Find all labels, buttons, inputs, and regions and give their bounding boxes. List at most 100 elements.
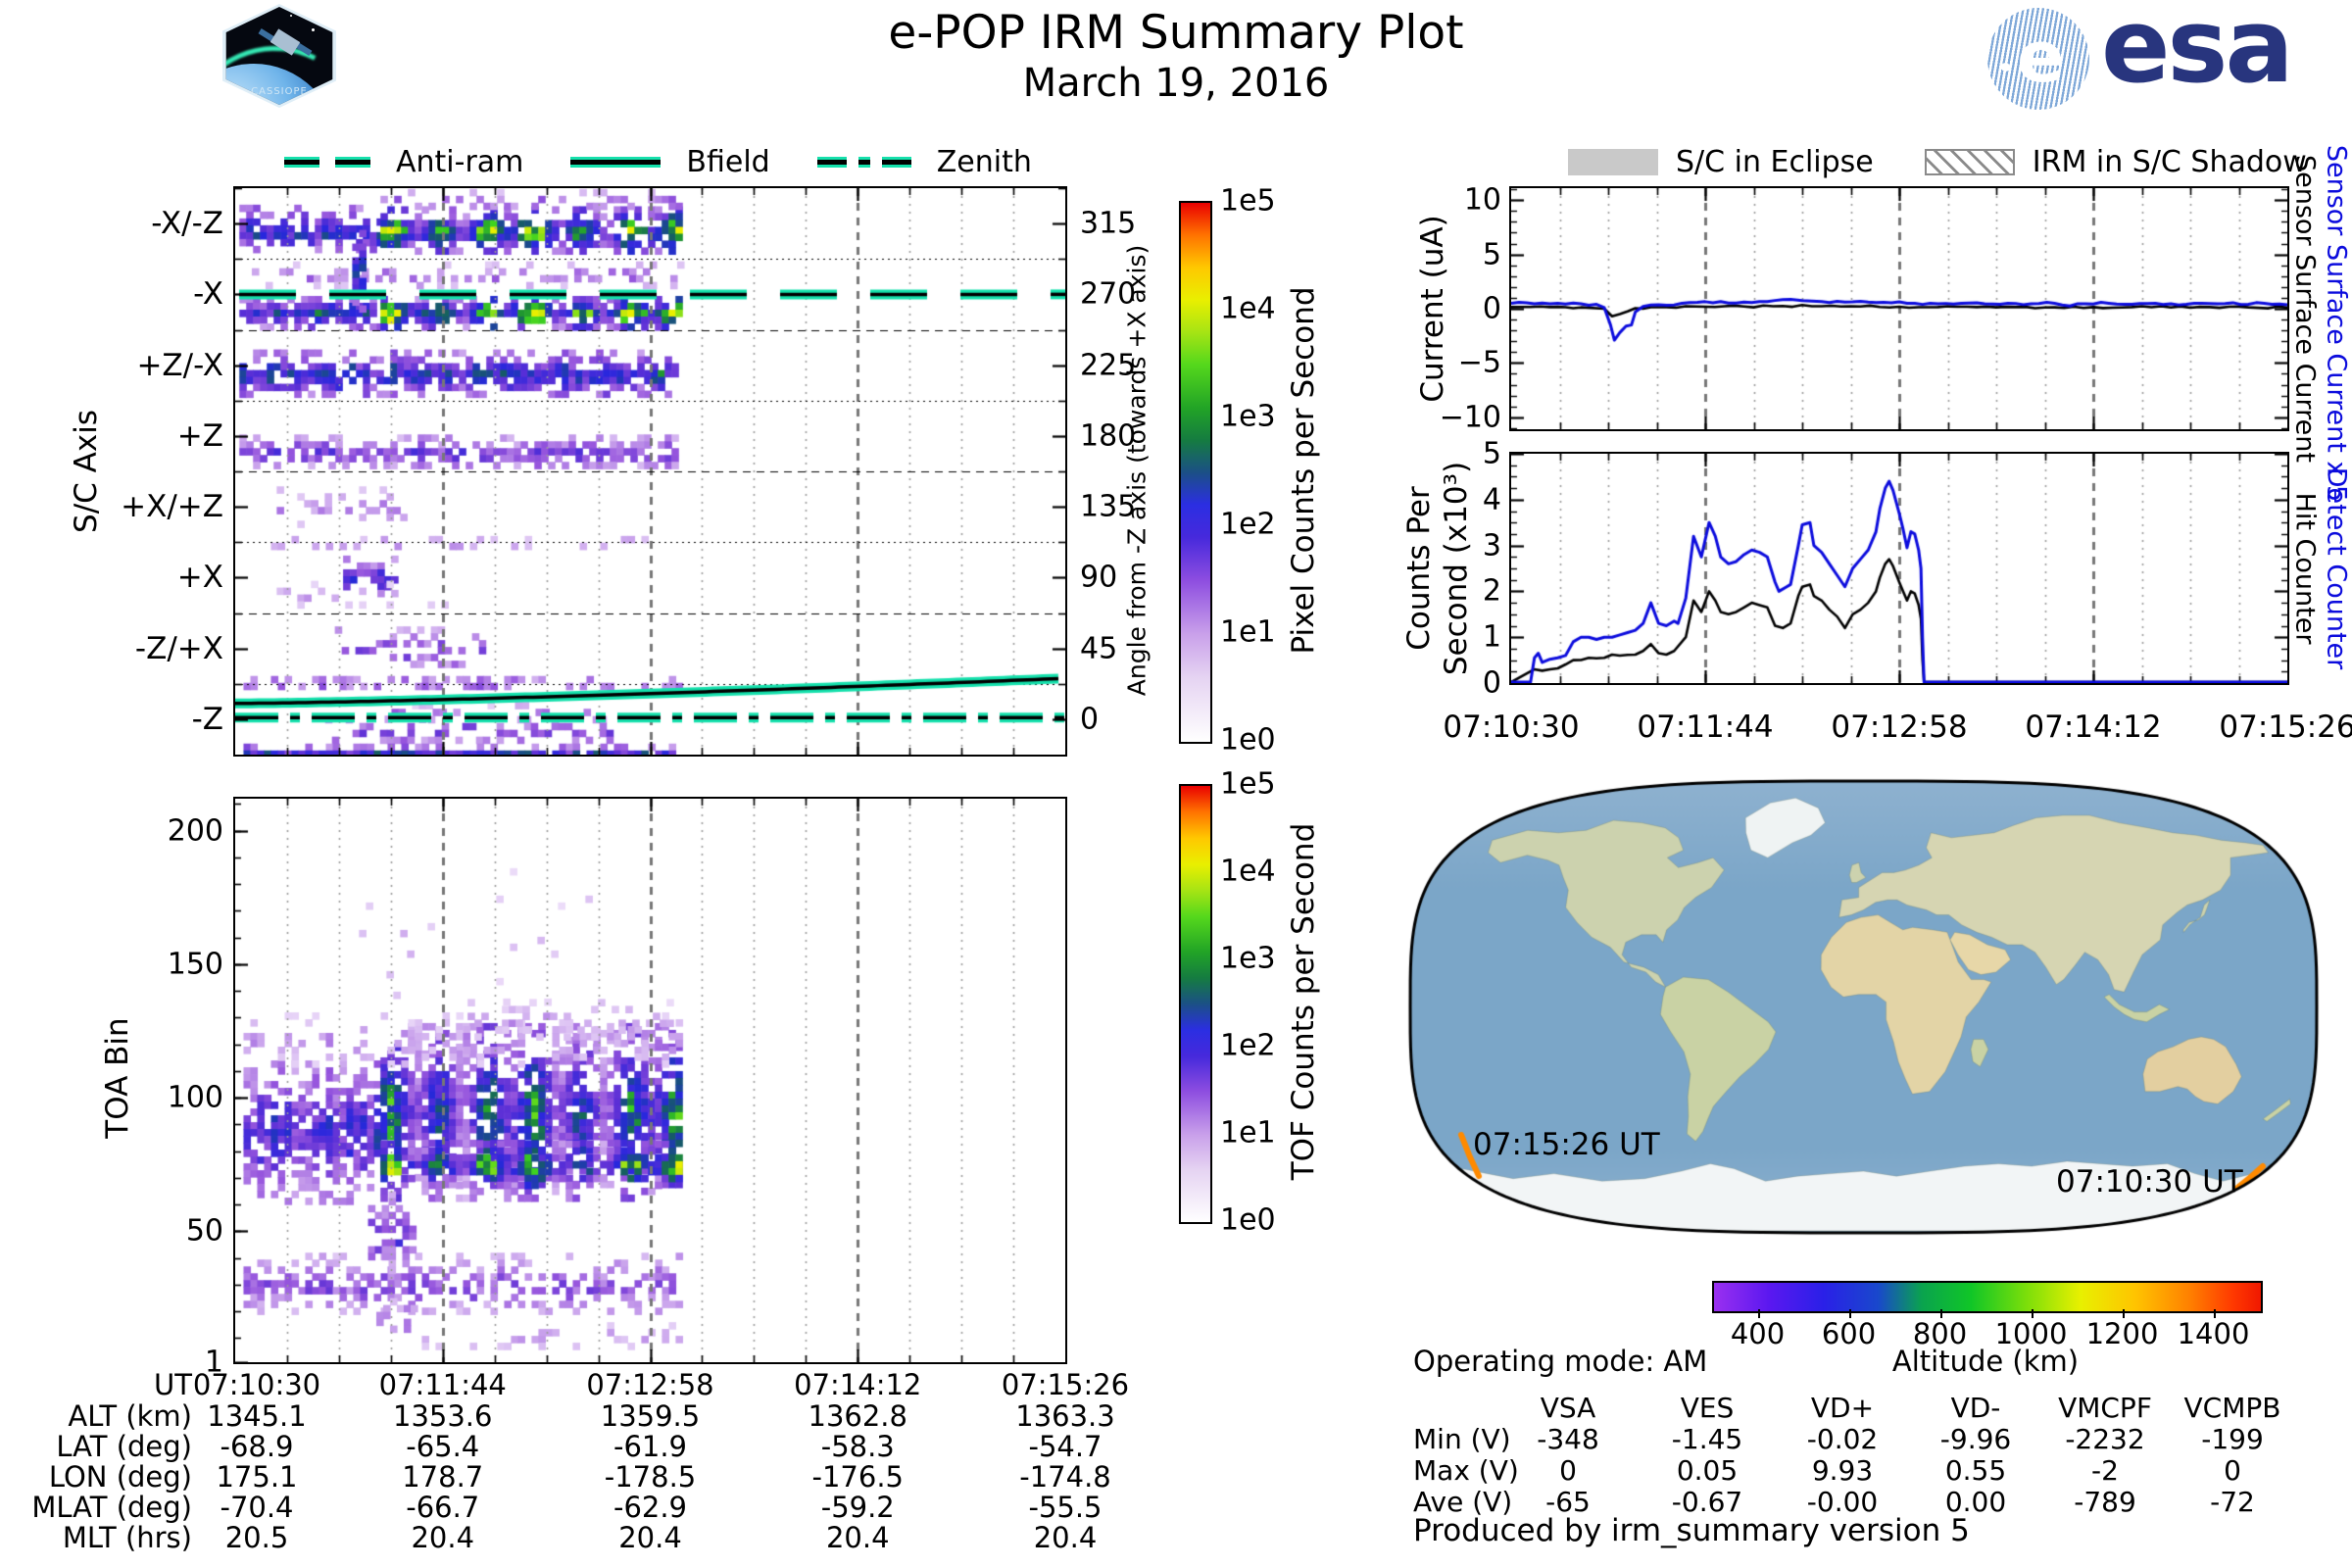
pixel-counts-colorbar <box>1179 201 1212 744</box>
legend-label-anti-ram: Anti-ram <box>396 145 524 179</box>
sc-axis-row-label: -X/-Z <box>151 206 223 242</box>
anti-ram-line-sample <box>284 157 370 168</box>
nav-table-cell: -54.7 <box>1028 1430 1102 1463</box>
esa-logo-star <box>2001 63 2010 72</box>
nav-table-cell: 1362.8 <box>808 1399 907 1433</box>
nav-table-cell: 07:14:12 <box>794 1368 922 1401</box>
angle-tick-label: 315 <box>1080 206 1137 241</box>
nav-table-cell: -174.8 <box>1019 1460 1111 1494</box>
tof-colorbar-tick: 1e1 <box>1220 1115 1276 1151</box>
nav-table-cell: 20.4 <box>1033 1521 1098 1554</box>
voltage-table-cell: 9.93 <box>1811 1454 1874 1487</box>
nav-table-cell: -58.3 <box>820 1430 895 1463</box>
sc-axis-ylabel: S/C Axis <box>69 410 104 533</box>
eclipse-swatch <box>1568 149 1658 175</box>
current-tick-label: 5 <box>1482 237 1501 272</box>
esa-logo-text: esa <box>2101 0 2294 106</box>
angle-tick-label: 180 <box>1080 418 1137 454</box>
legend-label-eclipse: S/C in Eclipse <box>1676 145 1874 179</box>
current-plot-canvas <box>1511 188 2287 429</box>
nav-table-row-label: LAT (deg) <box>56 1430 192 1463</box>
patch-label: CASSIOPE <box>251 86 308 97</box>
counts-tick-label: 1 <box>1482 619 1501 655</box>
nav-table-row-label: MLAT (deg) <box>31 1491 192 1524</box>
page-date: March 19, 2016 <box>1022 61 1330 106</box>
bfield-line-sample <box>570 157 662 168</box>
sc-axis-row-label: +Z/-X <box>136 347 223 383</box>
time-tick-label: 07:11:44 <box>1637 710 1774 745</box>
voltage-table-cell: -348 <box>1537 1423 1599 1455</box>
angle-tick-label: 225 <box>1080 348 1137 383</box>
time-tick-label: 07:12:58 <box>1831 710 1968 745</box>
voltage-table-cell: -65 <box>1545 1486 1591 1518</box>
nav-table-cell: -59.2 <box>820 1491 895 1524</box>
star-dot <box>290 15 292 17</box>
nav-table-row-label: MLT (hrs) <box>62 1521 192 1554</box>
nav-table-cell: 20.4 <box>411 1521 475 1554</box>
current-right-label-blue: Sensor Surface Current x 5 <box>2321 144 2352 503</box>
nav-table-cell: 07:15:26 <box>1001 1368 1130 1401</box>
current-tick-label: −10 <box>1439 400 1501 435</box>
toa-tick-label: 200 <box>167 813 223 849</box>
pixel-colorbar-tick: 1e5 <box>1220 183 1276 219</box>
voltage-table-header: VSA <box>1540 1392 1596 1424</box>
shadow-hatch-swatch <box>1924 149 2015 175</box>
altitude-tick-label: 1400 <box>2177 1317 2250 1350</box>
nav-table-cell: -65.4 <box>406 1430 480 1463</box>
nav-table-cell: -55.5 <box>1028 1491 1102 1524</box>
esa-logo-globe: e <box>1987 8 2089 110</box>
counts-tick-label: 2 <box>1482 573 1501 609</box>
sc-axis-row-label: +X/+Z <box>121 489 223 525</box>
counts-right-label-black: Hit Counter <box>2289 492 2321 645</box>
nav-table-cell: -178.5 <box>604 1460 697 1494</box>
legend-label-bfield: Bfield <box>686 145 770 179</box>
orientation-legend: Anti-ram Bfield Zenith <box>284 145 1032 179</box>
nav-table-cell: -61.9 <box>612 1430 688 1463</box>
current-right-label-black: Sensor Surface Current <box>2289 155 2321 463</box>
voltage-table-cell: -2232 <box>2065 1423 2145 1455</box>
sc-axis-row-label: -X <box>193 276 223 313</box>
angle-axis-label: Angle from -Z axis (towards +X axis) <box>1122 244 1152 697</box>
star-dot <box>312 28 315 31</box>
toa-tick-label: 100 <box>167 1080 223 1115</box>
voltage-table-header: VMCPF <box>2058 1392 2152 1424</box>
voltage-table-header: VD- <box>1950 1392 2001 1424</box>
voltage-table-cell: -199 <box>2201 1423 2264 1455</box>
angle-tick-label: 90 <box>1080 560 1118 595</box>
altitude-tick-label: 600 <box>1821 1317 1877 1350</box>
sc-axis-row-label: -Z <box>191 701 223 737</box>
nav-table-cell: 07:10:30 <box>192 1368 321 1401</box>
nav-table-cell: 07:12:58 <box>586 1368 714 1401</box>
altitude-tick-label: 1000 <box>1994 1317 2068 1350</box>
voltage-table-header: VES <box>1680 1392 1735 1424</box>
legend-label-zenith: Zenith <box>936 145 1032 179</box>
nav-table-cell: 1353.6 <box>393 1399 493 1433</box>
cassiope-mission-patch: CASSIOPE <box>222 4 336 108</box>
nav-table-row-label: LON (deg) <box>48 1460 192 1494</box>
voltage-table-cell: 0.55 <box>1944 1454 2007 1487</box>
current-tick-label: −5 <box>1457 345 1501 380</box>
nav-table-cell: 1363.3 <box>1015 1399 1115 1433</box>
zenith-line-sample <box>816 157 911 168</box>
tof-colorbar-tick: 1e3 <box>1220 941 1276 976</box>
angle-tick-label: 135 <box>1080 489 1137 524</box>
nav-table-cell: -66.7 <box>406 1491 480 1524</box>
pixel-colorbar-tick: 1e4 <box>1220 291 1276 326</box>
tof-colorbar-label: TOF Counts per Second <box>1286 822 1321 1181</box>
counts-right-label-blue: Detect Counter <box>2321 466 2352 670</box>
voltage-table-cell: -0.00 <box>1806 1486 1879 1518</box>
toa-tick-label: 50 <box>185 1213 223 1249</box>
voltage-table-cell: 0.00 <box>1944 1486 2007 1518</box>
voltage-table-cell: -0.02 <box>1806 1423 1879 1455</box>
voltage-table-header: VCMPB <box>2183 1392 2281 1424</box>
map-start-time-label: 07:10:30 UT <box>2056 1164 2243 1200</box>
current-ylabel: Current (uA) <box>1415 215 1450 403</box>
pixel-colorbar-label: Pixel Counts per Second <box>1286 286 1321 655</box>
counts-tick-label: 3 <box>1482 528 1501 564</box>
tof-colorbar-tick: 1e5 <box>1220 766 1276 802</box>
nav-table-cell: 175.1 <box>216 1460 298 1494</box>
nav-table-cell: 1359.5 <box>600 1399 701 1433</box>
altitude-tick-label: 400 <box>1730 1317 1786 1350</box>
nav-table-row-label: ALT (km) <box>68 1399 192 1433</box>
time-tick-label: 07:10:30 <box>1443 710 1580 745</box>
